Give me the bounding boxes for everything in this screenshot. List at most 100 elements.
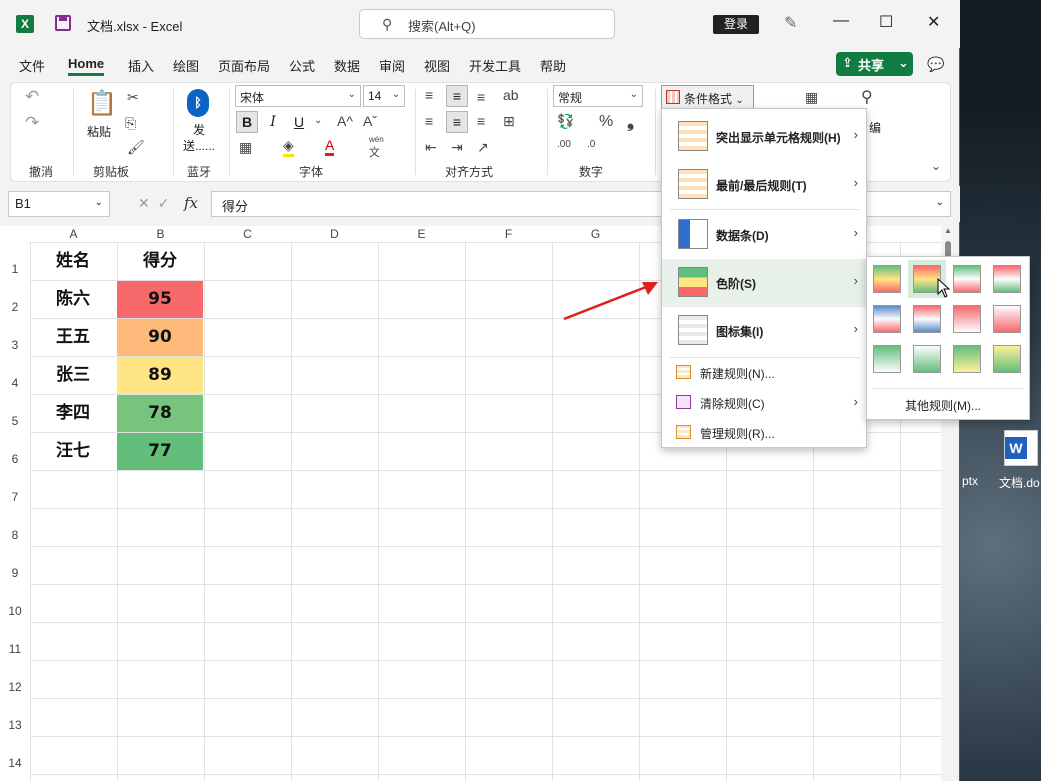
row-header[interactable]: 14 bbox=[0, 756, 30, 772]
color-scale-white-green[interactable] bbox=[913, 345, 941, 373]
underline-button[interactable]: U bbox=[288, 111, 310, 133]
comma-style-icon[interactable]: ❟ bbox=[627, 111, 634, 132]
send-label-2[interactable]: 送...... bbox=[183, 137, 215, 154]
border-icon[interactable]: ▦ bbox=[239, 139, 252, 156]
name-box[interactable]: B1 ⌄ bbox=[8, 191, 110, 217]
decrease-font-icon[interactable]: Aˇ bbox=[363, 113, 377, 129]
align-right-icon[interactable]: ≡ bbox=[477, 113, 485, 129]
color-scale-green-yellow[interactable] bbox=[953, 345, 981, 373]
decrease-indent-icon[interactable]: ⇤ bbox=[425, 139, 437, 156]
tab-review[interactable]: 审阅 bbox=[379, 56, 405, 75]
row-header[interactable]: 5 bbox=[0, 414, 30, 430]
insert-cells-icon[interactable]: ▦ bbox=[805, 89, 818, 106]
column-header[interactable]: F bbox=[465, 226, 552, 242]
wrap-text-icon[interactable]: ab bbox=[503, 87, 519, 103]
tab-home[interactable]: Home bbox=[68, 56, 105, 76]
color-scale-green-yellow-red[interactable] bbox=[873, 265, 901, 293]
cut-icon[interactable]: ✂ bbox=[127, 89, 139, 106]
cell-b1[interactable]: 得分 bbox=[117, 243, 203, 280]
menu-item-highlight-rules[interactable]: 突出显示单元格规则(H) › bbox=[662, 113, 866, 161]
cell-score[interactable]: 95 bbox=[117, 281, 203, 318]
column-header[interactable]: B bbox=[117, 226, 204, 242]
undo-icon[interactable]: ↶ bbox=[25, 87, 39, 107]
color-scale-green-white-red[interactable] bbox=[953, 265, 981, 293]
color-scale-red-white-blue[interactable] bbox=[913, 305, 941, 333]
cell-name[interactable]: 王五 bbox=[30, 319, 116, 356]
row-header[interactable]: 6 bbox=[0, 452, 30, 468]
paste-label[interactable]: 粘贴 bbox=[87, 123, 111, 140]
login-button[interactable]: 登录 bbox=[713, 15, 759, 34]
color-scale-white-red[interactable] bbox=[953, 305, 981, 333]
color-scale-green-white[interactable] bbox=[873, 345, 901, 373]
tab-file[interactable]: 文件 bbox=[19, 56, 45, 75]
fill-color-icon[interactable]: ◈ bbox=[283, 137, 294, 157]
bluetooth-icon[interactable]: ᛒ bbox=[187, 89, 209, 117]
row-header[interactable]: 8 bbox=[0, 528, 30, 544]
menu-item-manage-rules[interactable]: 管理规则(R)... bbox=[662, 419, 866, 447]
menu-item-icon-sets[interactable]: 图标集(I) › bbox=[662, 307, 866, 355]
save-icon[interactable] bbox=[55, 15, 71, 31]
align-bottom-icon[interactable]: ≡ bbox=[477, 89, 485, 105]
row-header[interactable]: 4 bbox=[0, 376, 30, 392]
cell-score[interactable]: 89 bbox=[117, 357, 203, 394]
cell-a1[interactable]: 姓名 bbox=[30, 243, 116, 280]
cell-name[interactable]: 李四 bbox=[30, 395, 116, 432]
align-center-icon[interactable]: ≡ bbox=[446, 111, 468, 133]
font-color-icon[interactable]: A bbox=[325, 137, 335, 156]
more-rules-item[interactable]: 其他规则(M)... bbox=[905, 397, 981, 414]
conditional-format-button[interactable]: 条件格式 ⌄ bbox=[661, 85, 754, 109]
increase-indent-icon[interactable]: ⇥ bbox=[451, 139, 463, 156]
align-top-icon[interactable]: ≡ bbox=[425, 87, 433, 103]
column-header[interactable]: G bbox=[552, 226, 639, 242]
cancel-enter-icons[interactable]: ✕✓ bbox=[138, 195, 177, 212]
row-header[interactable]: 10 bbox=[0, 604, 30, 620]
color-scale-yellow-green[interactable] bbox=[993, 345, 1021, 373]
color-scale-blue-white-red[interactable] bbox=[873, 305, 901, 333]
cell-score[interactable]: 90 bbox=[117, 319, 203, 356]
menu-item-clear-rules[interactable]: 清除规则(C) › bbox=[662, 389, 866, 417]
tab-developer[interactable]: 开发工具 bbox=[469, 56, 521, 75]
row-header[interactable]: 9 bbox=[0, 566, 30, 582]
ribbon-expand-icon[interactable]: ⌄ bbox=[931, 159, 941, 173]
orientation-icon[interactable]: ↗ bbox=[477, 139, 489, 156]
cell-name[interactable]: 陈六 bbox=[30, 281, 116, 318]
column-header[interactable]: A bbox=[30, 226, 117, 242]
chevron-down-icon[interactable]: ⌄ bbox=[314, 115, 322, 126]
cell-name[interactable]: 汪七 bbox=[30, 433, 116, 470]
cell-score[interactable]: 77 bbox=[117, 433, 203, 470]
phonetic-icon[interactable]: wén 文 bbox=[369, 135, 384, 160]
tab-formulas[interactable]: 公式 bbox=[289, 56, 315, 75]
decrease-decimal-icon[interactable]: .0 bbox=[587, 139, 595, 150]
align-left-icon[interactable]: ≡ bbox=[425, 113, 433, 129]
send-label[interactable]: 发 bbox=[193, 121, 205, 138]
word-file-icon[interactable]: W bbox=[1004, 430, 1038, 466]
column-header[interactable]: E bbox=[378, 226, 465, 242]
copy-icon[interactable]: ⎘ bbox=[125, 115, 136, 132]
italic-button[interactable]: I bbox=[262, 111, 284, 133]
cell-score[interactable]: 78 bbox=[117, 395, 203, 432]
increase-font-icon[interactable]: A^ bbox=[337, 113, 353, 129]
cell-name[interactable]: 张三 bbox=[30, 357, 116, 394]
menu-item-top-bottom-rules[interactable]: 最前/最后规则(T) › bbox=[662, 161, 866, 209]
menu-item-data-bars[interactable]: 数据条(D) › bbox=[662, 211, 866, 259]
row-header[interactable]: 1 bbox=[0, 262, 30, 278]
row-header[interactable]: 2 bbox=[0, 300, 30, 316]
tab-data[interactable]: 数据 bbox=[334, 56, 360, 75]
bold-button[interactable]: B bbox=[236, 111, 258, 133]
row-header[interactable]: 12 bbox=[0, 680, 30, 696]
comments-icon[interactable]: 💬 bbox=[927, 56, 944, 73]
percent-style-icon[interactable]: % bbox=[599, 113, 613, 131]
maximize-icon[interactable]: ☐ bbox=[879, 12, 893, 32]
tab-view[interactable]: 视图 bbox=[424, 56, 450, 75]
font-size-dropdown[interactable]: 14 ⌄ bbox=[363, 85, 405, 107]
edit-label[interactable]: 编 bbox=[869, 119, 881, 136]
menu-item-color-scales[interactable]: 色阶(S) › bbox=[662, 259, 866, 307]
redo-icon[interactable]: ↷ bbox=[25, 113, 39, 133]
insert-function-button[interactable]: fx bbox=[184, 194, 198, 212]
color-scale-red-white-green[interactable] bbox=[993, 265, 1021, 293]
column-header[interactable]: C bbox=[204, 226, 291, 242]
font-name-dropdown[interactable]: 宋体 ⌄ bbox=[235, 85, 361, 107]
color-scale-red-white[interactable] bbox=[993, 305, 1021, 333]
increase-decimal-icon[interactable]: .00 bbox=[557, 139, 571, 150]
menu-item-new-rule[interactable]: 新建规则(N)... bbox=[662, 359, 866, 387]
